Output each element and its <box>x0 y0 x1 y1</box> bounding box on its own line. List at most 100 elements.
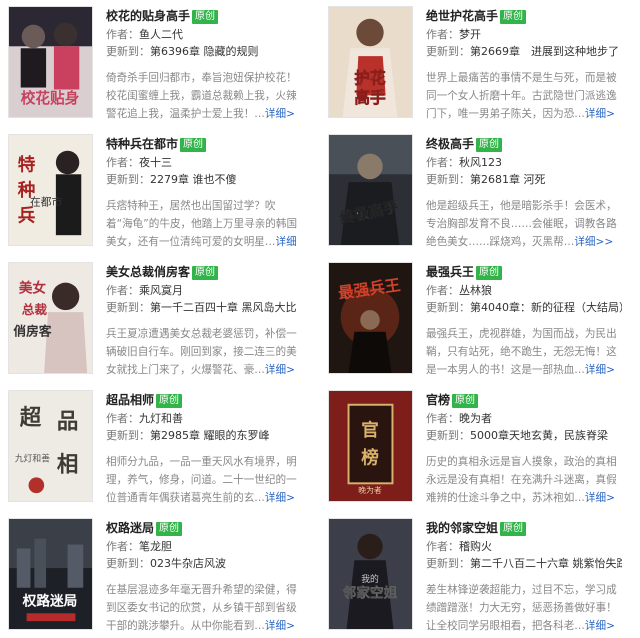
book-cover[interactable]: 超 品 相 九灯和善 <box>8 390 93 502</box>
author-name: 稽购火 <box>459 540 492 553</box>
author-label: 作者： <box>106 28 139 41</box>
svg-text:俏房客: 俏房客 <box>13 324 51 340</box>
svg-text:九灯和善: 九灯和善 <box>15 453 50 465</box>
book-title[interactable]: 校花的贴身高手 <box>106 9 190 23</box>
book-title[interactable]: 官榜 <box>426 393 450 407</box>
original-badge: 原创 <box>500 10 527 24</box>
update-label: 更新到： <box>106 45 150 58</box>
update-label: 更新到： <box>426 45 470 58</box>
author-label: 作者： <box>426 284 459 297</box>
original-badge: 原创 <box>180 138 207 152</box>
book-title[interactable]: 最强兵王 <box>426 265 474 279</box>
author-name: 秋风123 <box>459 156 502 169</box>
svg-text:特: 特 <box>18 154 36 175</box>
book-card: 美女 总裁 俏房客 美女总裁俏房客 原创 作者：乘风寞月 更新到：第一千二百四十章… <box>0 262 310 382</box>
book-cover[interactable]: 特 种 兵 在都市 <box>8 134 93 246</box>
latest-chapter-link[interactable]: 2279章 谁也不傻 <box>150 173 237 186</box>
book-card: 特 种 兵 在都市 特种兵在都市 原创 作者：夜十三 更新到：2279章 谁也不傻… <box>0 134 310 254</box>
book-cover[interactable]: 权路迷局 <box>8 518 93 630</box>
svg-text:相: 相 <box>57 452 78 477</box>
svg-text:高手: 高手 <box>354 88 386 107</box>
book-title[interactable]: 权路迷局 <box>106 521 154 535</box>
update-label: 更新到： <box>426 429 470 442</box>
author-name: 晚为者 <box>459 412 492 425</box>
author-name: 乘风寞月 <box>139 284 183 297</box>
latest-chapter-link[interactable]: 第2681章 河死 <box>470 173 546 186</box>
original-badge: 原创 <box>156 522 183 536</box>
book-cover[interactable]: 校花贴身 <box>8 6 93 118</box>
author-label: 作者： <box>106 156 139 169</box>
update-label: 更新到： <box>106 301 150 314</box>
author-label: 作者： <box>106 284 139 297</box>
author-name: 鱼人二代 <box>139 28 183 41</box>
latest-chapter-link[interactable]: 5000章天地玄黄，民族脊梁 <box>470 429 608 442</box>
svg-text:我的: 我的 <box>361 573 379 585</box>
details-link[interactable]: 详细>> <box>574 236 613 248</box>
svg-text:邻家空姐: 邻家空姐 <box>343 585 398 602</box>
update-label: 更新到： <box>426 557 470 570</box>
latest-chapter-link[interactable]: 第二千八百二十六章 姚紫怡失踪 <box>470 557 622 570</box>
svg-text:校花贴身: 校花贴身 <box>21 89 80 107</box>
original-badge: 原创 <box>192 10 219 24</box>
update-label: 更新到： <box>106 557 150 570</box>
author-name: 梦开 <box>459 28 481 41</box>
author-label: 作者： <box>106 540 139 553</box>
book-cover[interactable]: 终极高手 <box>328 134 413 246</box>
author-label: 作者： <box>426 28 459 41</box>
book-card: 校花贴身 校花的贴身高手 原创 作者：鱼人二代 更新到：第6396章 隐藏的规则 … <box>0 6 310 126</box>
svg-text:在都市: 在都市 <box>30 196 62 209</box>
svg-text:榜: 榜 <box>361 448 379 469</box>
svg-text:总裁: 总裁 <box>22 302 48 318</box>
book-cover[interactable]: 护花 高手 <box>328 6 413 118</box>
book-title[interactable]: 特种兵在都市 <box>106 137 178 151</box>
author-name: 丛林狼 <box>459 284 492 297</box>
svg-text:晚为者: 晚为者 <box>358 485 382 495</box>
latest-chapter-link[interactable]: 第2985章 耀眼的东罗峰 <box>150 429 270 442</box>
update-label: 更新到： <box>106 173 150 186</box>
book-grid: 校花贴身 校花的贴身高手 原创 作者：鱼人二代 更新到：第6396章 隐藏的规则 … <box>0 0 640 638</box>
book-cover[interactable]: 官 榜 晚为者 <box>328 390 413 502</box>
latest-chapter-link[interactable]: 第6396章 隐藏的规则 <box>150 45 259 58</box>
original-badge: 原创 <box>476 138 503 152</box>
book-cover[interactable]: 最强兵王 <box>328 262 413 374</box>
svg-text:美女: 美女 <box>19 279 47 296</box>
original-badge: 原创 <box>192 266 219 280</box>
author-label: 作者： <box>426 156 459 169</box>
latest-chapter-link[interactable]: 第4040章：新的征程（大结局） <box>470 301 622 314</box>
book-title[interactable]: 美女总裁俏房客 <box>106 265 190 279</box>
book-card: 权路迷局 权路迷局 原创 作者：笔龙胆 更新到：023牛杂店风波 在基层混迹多年毫… <box>0 518 310 638</box>
book-card: 护花 高手 绝世护花高手 原创 作者：梦开 更新到：第2669章 进展到这种地步了… <box>320 6 630 126</box>
book-card: 邻家空姐 我的 我的邻家空姐 原创 作者：稽购火 更新到：第二千八百二十六章 姚紫… <box>320 518 630 638</box>
author-label: 作者： <box>106 412 139 425</box>
update-label: 更新到： <box>426 301 470 314</box>
book-title[interactable]: 我的邻家空姐 <box>426 521 498 535</box>
latest-chapter-link[interactable]: 第一千二百四十章 黑风岛大比 <box>150 301 297 314</box>
book-description: 兵痞特种王，居然也出国留过学？吹着“海龟”的牛皮，他踏上万里寻亲的韩国美女，还有… <box>106 200 298 248</box>
author-label: 作者： <box>426 540 459 553</box>
original-badge: 原创 <box>452 394 479 408</box>
svg-text:权路迷局: 权路迷局 <box>22 592 78 609</box>
latest-chapter-link[interactable]: 023牛杂店风波 <box>150 557 226 570</box>
book-card: 最强兵王 最强兵王 原创 作者：丛林狼 更新到：第4040章：新的征程（大结局） … <box>320 262 630 382</box>
author-label: 作者： <box>426 412 459 425</box>
book-card: 终极高手 终极高手 原创 作者：秋风123 更新到：第2681章 河死 他是超级兵… <box>320 134 630 254</box>
update-label: 更新到： <box>426 173 470 186</box>
latest-chapter-link[interactable]: 第2669章 进展到这种地步了 <box>470 45 619 58</box>
book-title[interactable]: 超品相师 <box>106 393 154 407</box>
author-name: 夜十三 <box>139 156 172 169</box>
svg-text:护花: 护花 <box>354 69 386 88</box>
svg-text:品: 品 <box>57 409 78 434</box>
author-name: 九灯和善 <box>139 412 183 425</box>
book-title[interactable]: 绝世护花高手 <box>426 9 498 23</box>
svg-text:超: 超 <box>20 405 42 430</box>
update-label: 更新到： <box>106 429 150 442</box>
book-card: 超 品 相 九灯和善 超品相师 原创 作者：九灯和善 更新到：第2985章 耀眼的… <box>0 390 310 510</box>
original-badge: 原创 <box>476 266 503 280</box>
svg-text:官: 官 <box>361 420 379 441</box>
book-card: 官 榜 晚为者 官榜 原创 作者：晚为者 更新到：5000章天地玄黄，民族脊梁 历… <box>320 390 630 510</box>
book-cover[interactable]: 美女 总裁 俏房客 <box>8 262 93 374</box>
book-cover[interactable]: 邻家空姐 我的 <box>328 518 413 630</box>
author-name: 笔龙胆 <box>139 540 172 553</box>
book-title[interactable]: 终极高手 <box>426 137 474 151</box>
original-badge: 原创 <box>500 522 527 536</box>
